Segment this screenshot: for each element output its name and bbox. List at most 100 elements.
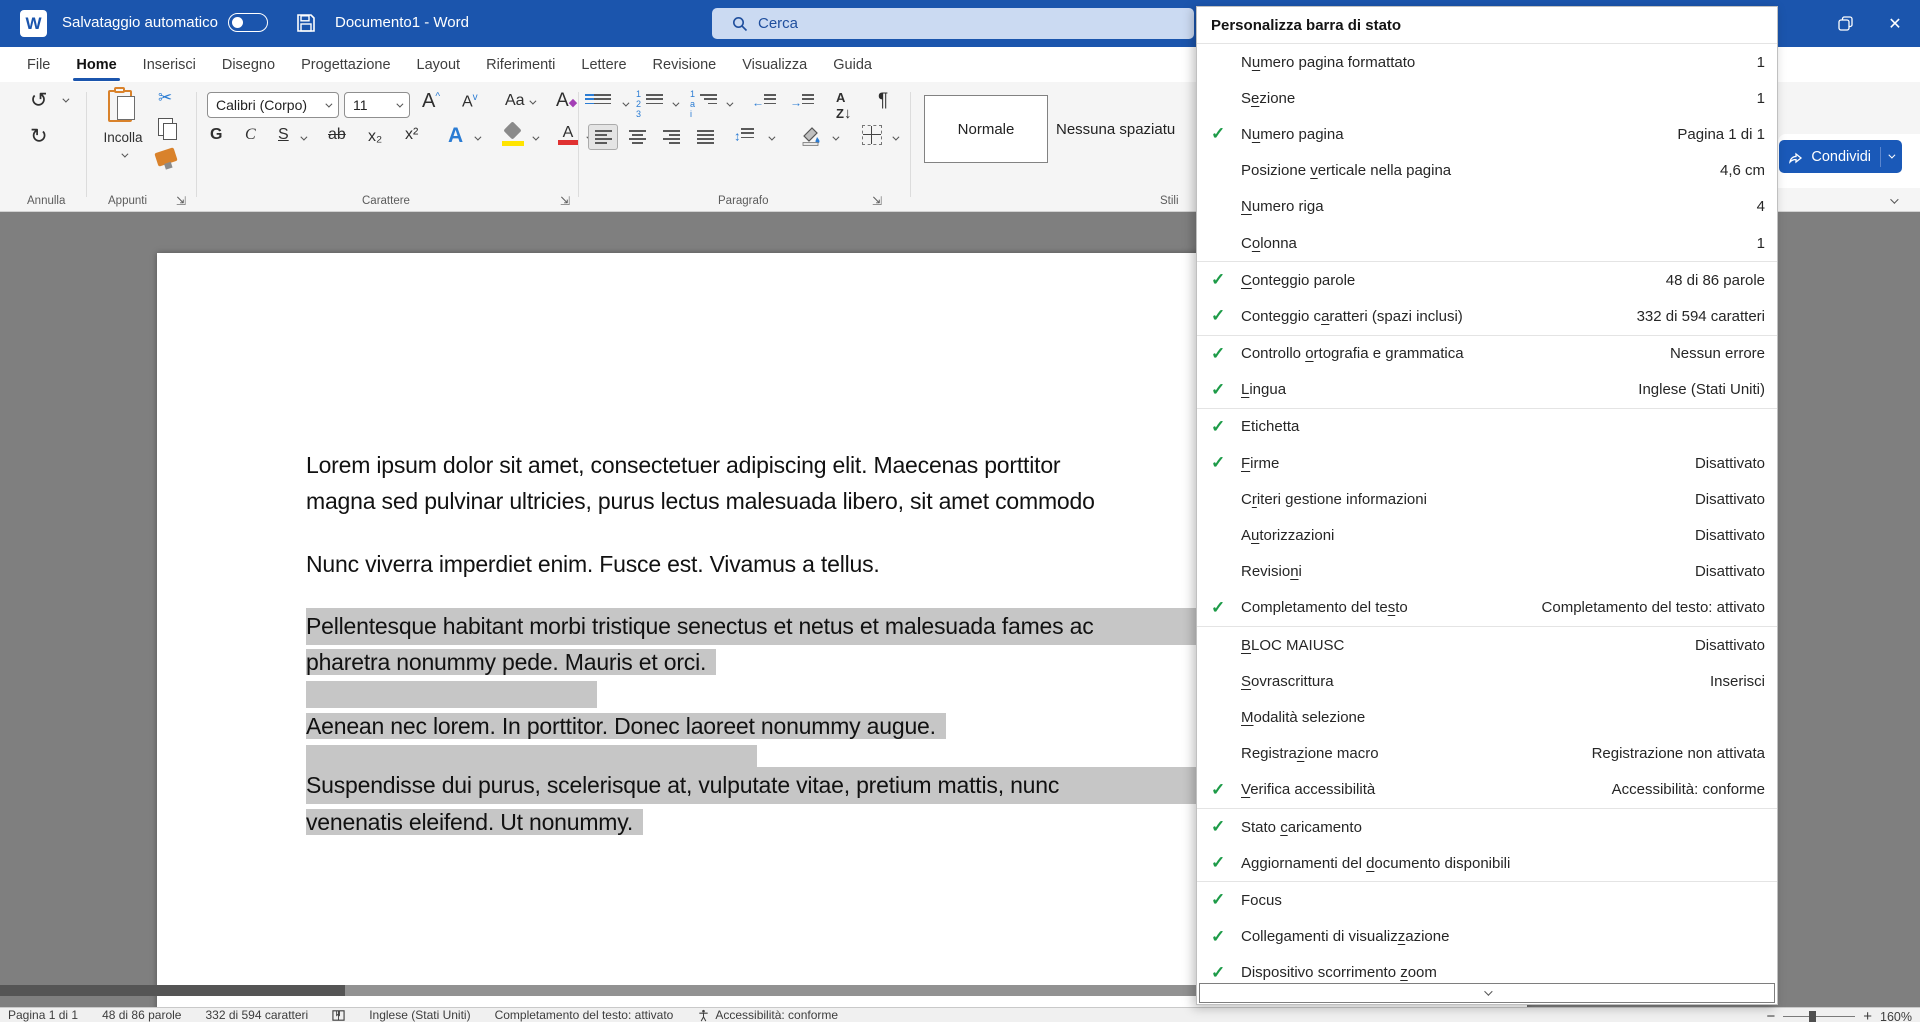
- text-effects-button[interactable]: A: [448, 124, 463, 148]
- tab-home[interactable]: Home: [63, 49, 129, 81]
- change-case-button[interactable]: Aa: [505, 92, 534, 110]
- line-spacing-chevron[interactable]: [768, 134, 775, 141]
- font-color-button[interactable]: A: [558, 124, 578, 145]
- undo-button[interactable]: ↺: [30, 88, 48, 113]
- menu-item-numero-pagina-formattato[interactable]: Numero pagina formattato1: [1197, 44, 1777, 80]
- font-dialog-launcher[interactable]: ⇲: [560, 194, 570, 208]
- subscript-button[interactable]: x₂: [368, 128, 382, 146]
- statusbar-proofing[interactable]: [332, 1009, 345, 1022]
- document-text-line[interactable]: Lorem ipsum dolor sit amet, consectetuer…: [306, 450, 1060, 480]
- tab-file[interactable]: File: [14, 49, 63, 81]
- bullets-button[interactable]: [594, 92, 611, 112]
- autosave-toggle[interactable]: [228, 13, 268, 32]
- align-left-button[interactable]: [588, 124, 618, 150]
- text-effects-chevron[interactable]: [474, 134, 481, 141]
- menu-item-modalit-selezione[interactable]: Modalità selezione: [1197, 699, 1777, 735]
- document-text-line[interactable]: Nunc viverra imperdiet enim. Fusce est. …: [306, 549, 880, 579]
- tab-visualizza[interactable]: Visualizza: [729, 49, 820, 81]
- menu-item-posizione-verticale-nella-pagina[interactable]: Posizione verticale nella pagina4,6 cm: [1197, 153, 1777, 189]
- shrink-font-button[interactable]: Av: [462, 92, 478, 111]
- shading-button[interactable]: [800, 124, 822, 146]
- shading-chevron[interactable]: [832, 134, 839, 141]
- menu-item-revisioni[interactable]: RevisioniDisattivato: [1197, 554, 1777, 590]
- paste-dropdown-chevron[interactable]: [121, 151, 128, 158]
- grow-font-button[interactable]: A^: [422, 90, 440, 113]
- superscript-button[interactable]: x²: [405, 126, 418, 144]
- style-normal[interactable]: Normale: [924, 95, 1048, 163]
- numbering-chevron[interactable]: [672, 100, 679, 107]
- borders-button[interactable]: [862, 125, 882, 145]
- tab-guida[interactable]: Guida: [820, 49, 885, 81]
- copy-button[interactable]: [158, 118, 173, 136]
- menu-item-verifica-accessibilit-[interactable]: ✓Verifica accessibilitàAccessibilità: co…: [1197, 772, 1777, 808]
- multilevel-list-chevron[interactable]: [726, 100, 733, 107]
- clipboard-dialog-launcher[interactable]: ⇲: [176, 194, 186, 208]
- align-right-button[interactable]: [656, 124, 686, 150]
- tab-layout[interactable]: Layout: [404, 49, 474, 81]
- zoom-out-button[interactable]: −: [1766, 1008, 1775, 1022]
- menu-item-numero-riga[interactable]: Numero riga4: [1197, 189, 1777, 225]
- paste-button[interactable]: Incolla: [100, 88, 146, 163]
- save-icon[interactable]: [295, 12, 317, 34]
- menu-scroll-down[interactable]: [1199, 983, 1775, 1003]
- menu-item-firme[interactable]: ✓FirmeDisattivato: [1197, 445, 1777, 481]
- menu-item-numero-pagina[interactable]: ✓Numero paginaPagina 1 di 1: [1197, 116, 1777, 152]
- collapse-ribbon-chevron[interactable]: [1890, 195, 1898, 203]
- tab-disegno[interactable]: Disegno: [209, 49, 288, 81]
- redo-button[interactable]: ↻: [30, 124, 48, 149]
- strikethrough-button[interactable]: ab: [328, 126, 346, 144]
- statusbar-language[interactable]: Inglese (Stati Uniti): [369, 1008, 470, 1022]
- tab-riferimenti[interactable]: Riferimenti: [473, 49, 568, 81]
- tab-lettere[interactable]: Lettere: [568, 49, 639, 81]
- menu-item-colonna[interactable]: Colonna1: [1197, 225, 1777, 261]
- zoom-slider-handle[interactable]: [1809, 1011, 1816, 1022]
- menu-item-criteri-gestione-informazioni[interactable]: Criteri gestione informazioniDisattivato: [1197, 481, 1777, 517]
- menu-item-sezione[interactable]: Sezione1: [1197, 80, 1777, 116]
- document-text-line[interactable]: Aenean nec lorem. In porttitor. Donec la…: [306, 708, 946, 745]
- menu-item-stato-caricamento[interactable]: ✓Stato caricamento: [1197, 809, 1777, 845]
- statusbar-char-count[interactable]: 332 di 594 caratteri: [205, 1008, 308, 1022]
- menu-item-bloc-maiusc[interactable]: BLOC MAIUSCDisattivato: [1197, 627, 1777, 663]
- highlight-color-button[interactable]: [502, 124, 524, 146]
- zoom-slider-track[interactable]: [1783, 1016, 1855, 1017]
- highlight-color-chevron[interactable]: [532, 134, 539, 141]
- menu-item-sovrascrittura[interactable]: SovrascritturaInserisci: [1197, 663, 1777, 699]
- search-input[interactable]: Cerca: [712, 8, 1194, 39]
- zoom-level[interactable]: 160%: [1880, 1010, 1912, 1022]
- font-size-combobox[interactable]: 11: [344, 92, 410, 118]
- underline-chevron[interactable]: [300, 134, 307, 141]
- show-formatting-marks-button[interactable]: ¶: [878, 90, 888, 112]
- underline-button[interactable]: S: [278, 126, 289, 144]
- line-spacing-button[interactable]: ↕: [734, 126, 754, 146]
- menu-item-conteggio-caratteri-spazi-inclusi-[interactable]: ✓Conteggio caratteri (spazi inclusi)332 …: [1197, 298, 1777, 334]
- decrease-indent-button[interactable]: ←: [752, 92, 776, 112]
- cut-button[interactable]: ✂: [158, 88, 172, 108]
- share-button[interactable]: Condividi: [1779, 140, 1902, 173]
- sort-button[interactable]: AZ↓: [836, 90, 851, 122]
- increase-indent-button[interactable]: →: [790, 92, 814, 112]
- bold-button[interactable]: G: [210, 126, 222, 144]
- align-center-button[interactable]: [622, 124, 652, 150]
- style-no-spacing[interactable]: Nessuna spaziatu: [1056, 95, 1206, 163]
- menu-item-autorizzazioni[interactable]: AutorizzazioniDisattivato: [1197, 517, 1777, 553]
- horizontal-scrollbar-thumb[interactable]: [0, 985, 345, 996]
- undo-dropdown-chevron[interactable]: [62, 96, 69, 103]
- statusbar-word-count[interactable]: 48 di 86 parole: [102, 1008, 181, 1022]
- statusbar-text-completion[interactable]: Completamento del testo: attivato: [495, 1008, 674, 1022]
- format-painter-button[interactable]: [154, 147, 177, 166]
- italic-button[interactable]: C: [245, 126, 256, 144]
- tab-progettazione[interactable]: Progettazione: [288, 49, 403, 81]
- menu-item-registrazione-macro[interactable]: Registrazione macroRegistrazione non att…: [1197, 736, 1777, 772]
- menu-item-completamento-del-testo[interactable]: ✓Completamento del testoCompletamento de…: [1197, 590, 1777, 626]
- menu-item-conteggio-parole[interactable]: ✓Conteggio parole48 di 86 parole: [1197, 262, 1777, 298]
- statusbar-accessibility[interactable]: Accessibilità: conforme: [697, 1008, 838, 1022]
- menu-item-focus[interactable]: ✓Focus: [1197, 882, 1777, 918]
- menu-item-lingua[interactable]: ✓LinguaInglese (Stati Uniti): [1197, 372, 1777, 408]
- multilevel-list-button[interactable]: 1ai: [700, 92, 717, 112]
- justify-button[interactable]: [690, 124, 720, 150]
- font-name-combobox[interactable]: Calibri (Corpo): [207, 92, 339, 118]
- clear-formatting-button[interactable]: A◆: [556, 90, 577, 112]
- document-text-line[interactable]: venenatis eleifend. Ut nonummy.: [306, 804, 643, 841]
- menu-item-collegamenti-di-visualizzazione[interactable]: ✓Collegamenti di visualizzazione: [1197, 919, 1777, 955]
- horizontal-scrollbar-track[interactable]: [345, 985, 1196, 996]
